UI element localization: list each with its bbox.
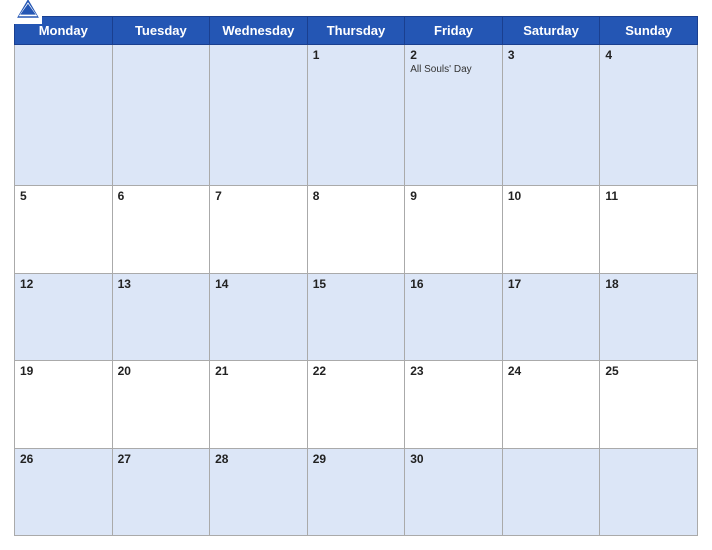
day-number: 3 — [508, 48, 595, 62]
calendar-cell: 24 — [502, 361, 600, 448]
day-number: 11 — [605, 189, 692, 203]
calendar-cell: 28 — [210, 448, 308, 535]
weekday-header-tuesday: Tuesday — [112, 17, 210, 45]
day-number: 15 — [313, 277, 400, 291]
day-number: 20 — [118, 364, 205, 378]
day-number: 30 — [410, 452, 497, 466]
weekday-header-friday: Friday — [405, 17, 503, 45]
day-number: 29 — [313, 452, 400, 466]
calendar-cell: 6 — [112, 186, 210, 273]
calendar-cell — [502, 448, 600, 535]
day-number: 14 — [215, 277, 302, 291]
day-number: 27 — [118, 452, 205, 466]
calendar-cell: 16 — [405, 273, 503, 360]
calendar-cell: 11 — [600, 186, 698, 273]
calendar-table: MondayTuesdayWednesdayThursdayFridaySatu… — [14, 16, 698, 536]
day-number: 12 — [20, 277, 107, 291]
day-number: 25 — [605, 364, 692, 378]
weekday-header-sunday: Sunday — [600, 17, 698, 45]
week-row-4: 19 20 21 22 23 24 25 — [15, 361, 698, 448]
calendar-cell: 25 — [600, 361, 698, 448]
calendar-cell: 15 — [307, 273, 405, 360]
calendar-cell — [600, 448, 698, 535]
calendar-cell: 18 — [600, 273, 698, 360]
weekday-header-row: MondayTuesdayWednesdayThursdayFridaySatu… — [15, 17, 698, 45]
calendar-cell: 17 — [502, 273, 600, 360]
day-number: 17 — [508, 277, 595, 291]
calendar-cell: 27 — [112, 448, 210, 535]
day-number: 1 — [313, 48, 400, 62]
day-number: 10 — [508, 189, 595, 203]
calendar-cell — [112, 45, 210, 186]
calendar-cell: 9 — [405, 186, 503, 273]
calendar-cell — [15, 45, 113, 186]
calendar-cell: 26 — [15, 448, 113, 535]
calendar-cell: 4 — [600, 45, 698, 186]
day-number: 7 — [215, 189, 302, 203]
calendar-cell: 23 — [405, 361, 503, 448]
week-row-1: 12 All Souls' Day 34 — [15, 45, 698, 186]
calendar-cell: 8 — [307, 186, 405, 273]
day-number: 18 — [605, 277, 692, 291]
holiday-name: All Souls' Day — [410, 64, 497, 75]
day-number: 4 — [605, 48, 692, 62]
week-row-5: 26 27 28 29 30 — [15, 448, 698, 535]
calendar-cell: 2 All Souls' Day — [405, 45, 503, 186]
calendar-cell: 21 — [210, 361, 308, 448]
generalblue-logo-icon — [14, 0, 42, 24]
week-row-3: 12 13 14 15 16 17 18 — [15, 273, 698, 360]
day-number: 22 — [313, 364, 400, 378]
calendar-cell: 20 — [112, 361, 210, 448]
day-number: 9 — [410, 189, 497, 203]
day-number: 21 — [215, 364, 302, 378]
calendar-cell: 10 — [502, 186, 600, 273]
day-number: 6 — [118, 189, 205, 203]
day-number: 8 — [313, 189, 400, 203]
calendar-cell: 30 — [405, 448, 503, 535]
calendar-cell: 1 — [307, 45, 405, 186]
calendar-cell: 5 — [15, 186, 113, 273]
day-number: 16 — [410, 277, 497, 291]
day-number: 19 — [20, 364, 107, 378]
calendar-cell: 29 — [307, 448, 405, 535]
weekday-header-wednesday: Wednesday — [210, 17, 308, 45]
day-number: 13 — [118, 277, 205, 291]
week-row-2: 56789 10 11 — [15, 186, 698, 273]
calendar-cell: 3 — [502, 45, 600, 186]
calendar-cell: 22 — [307, 361, 405, 448]
calendar-cell: 7 — [210, 186, 308, 273]
weekday-header-saturday: Saturday — [502, 17, 600, 45]
day-number: 24 — [508, 364, 595, 378]
day-number: 23 — [410, 364, 497, 378]
calendar-cell: 13 — [112, 273, 210, 360]
calendar-cell: 12 — [15, 273, 113, 360]
day-number: 5 — [20, 189, 107, 203]
calendar-cell: 19 — [15, 361, 113, 448]
day-number: 2 — [410, 48, 497, 62]
calendar-cell: 14 — [210, 273, 308, 360]
weekday-header-thursday: Thursday — [307, 17, 405, 45]
calendar-cell — [210, 45, 308, 186]
day-number: 28 — [215, 452, 302, 466]
day-number: 26 — [20, 452, 107, 466]
logo — [14, 0, 45, 24]
